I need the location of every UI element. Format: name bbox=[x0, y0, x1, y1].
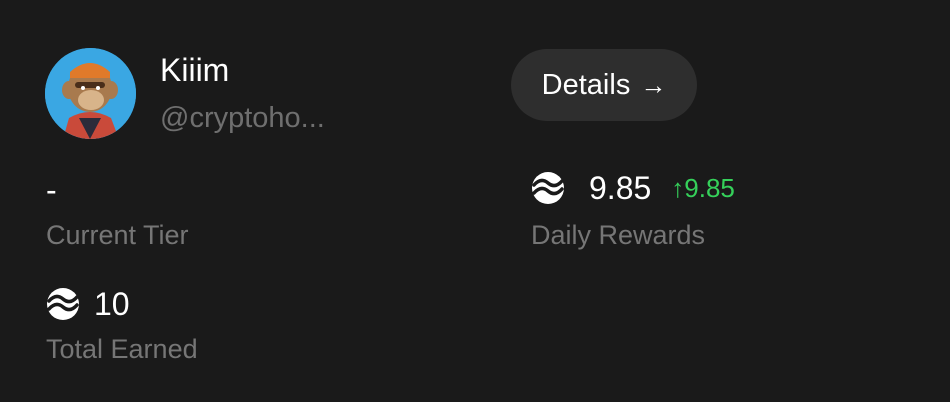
current-tier-label: Current Tier bbox=[46, 220, 189, 250]
daily-rewards-change: ↑ 9.85 bbox=[671, 170, 735, 206]
token-icon bbox=[531, 171, 565, 205]
arrow-right-icon: → bbox=[640, 70, 667, 100]
token-icon bbox=[46, 287, 80, 321]
daily-rewards-row: 9.85 ↑ 9.85 bbox=[531, 170, 735, 206]
arrow-up-icon: ↑ bbox=[671, 173, 685, 203]
current-tier-value: - bbox=[46, 172, 57, 208]
profile-handle: @cryptoho... bbox=[160, 102, 325, 134]
total-earned-label: Total Earned bbox=[46, 334, 198, 364]
total-earned-value: 10 bbox=[94, 286, 130, 322]
daily-rewards-value: 9.85 bbox=[589, 170, 652, 206]
details-button-label: Details bbox=[541, 68, 631, 101]
daily-rewards-label: Daily Rewards bbox=[531, 220, 706, 250]
daily-rewards-change-value: 9.85 bbox=[684, 173, 735, 203]
profile-name: Kiiim bbox=[160, 52, 230, 88]
details-button[interactable]: Details → bbox=[511, 49, 697, 121]
avatar[interactable] bbox=[45, 48, 136, 139]
total-earned-row: 10 bbox=[46, 286, 130, 322]
